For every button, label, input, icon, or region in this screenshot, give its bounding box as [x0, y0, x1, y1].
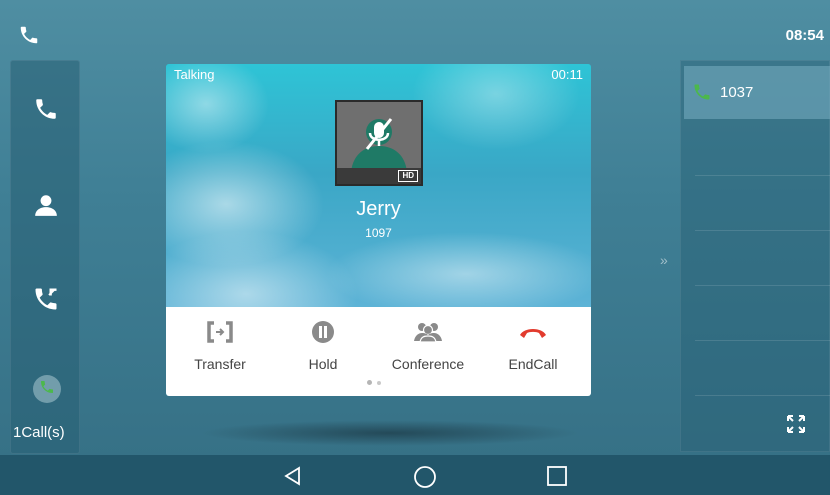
caller-name: Jerry [356, 198, 401, 220]
card-shadow [200, 420, 580, 446]
sidebar-item-history[interactable] [26, 281, 66, 321]
call-timer: 00:11 [551, 67, 583, 82]
home-button[interactable] [413, 465, 437, 489]
hold-icon [308, 319, 338, 345]
call-count-label: 1Call(s) [13, 424, 65, 441]
sidebar-item-contacts[interactable] [26, 187, 66, 227]
line-label: 1037 [720, 84, 754, 101]
status-time: 08:54 [785, 27, 824, 44]
divider [695, 230, 830, 231]
caller-number: 1097 [365, 226, 392, 240]
active-calls-button[interactable] [33, 375, 61, 403]
line-item-active[interactable]: 1037 [684, 66, 830, 119]
call-action-bar: Transfer Hold Conference EndCall [166, 307, 591, 396]
sidebar: 1Call(s) [10, 60, 80, 454]
recents-button[interactable] [546, 465, 570, 489]
divider [695, 340, 830, 341]
hold-button[interactable]: Hold [278, 315, 368, 375]
phone-icon [33, 96, 59, 127]
phone-icon [39, 379, 55, 400]
hd-badge: HD [398, 170, 418, 182]
muted-video-icon [351, 118, 407, 172]
page-dot [377, 381, 381, 385]
sidebar-item-dial[interactable] [26, 91, 66, 131]
conference-label: Conference [391, 356, 465, 372]
back-icon [284, 466, 300, 486]
divider [695, 285, 830, 286]
expand-icon [787, 415, 805, 433]
transfer-icon [205, 319, 235, 345]
expand-button[interactable] [785, 413, 809, 437]
home-icon [414, 466, 436, 488]
back-button[interactable] [282, 465, 306, 489]
status-bar: 08:54 [0, 10, 830, 56]
avatar: HD [335, 100, 423, 186]
conference-button[interactable]: Conference [383, 315, 473, 375]
call-history-icon [32, 285, 60, 318]
page-indicator [364, 380, 394, 388]
chevron-right-icon[interactable]: » [660, 252, 668, 268]
divider [695, 395, 830, 396]
transfer-button[interactable]: Transfer [175, 315, 265, 375]
transfer-label: Transfer [194, 356, 246, 372]
call-status: Talking [174, 67, 215, 82]
call-card: Talking 00:11 HD Jerry 1097 Transfer Hol… [166, 64, 591, 396]
line-panel: 1037 [680, 60, 830, 452]
page-dot-active [367, 380, 372, 385]
recents-icon [547, 466, 567, 486]
end-call-icon [518, 319, 548, 345]
phone-screen: 08:54 1Call(s) Talking 00:11 HD Jerry 10… [0, 0, 830, 495]
navigation-bar [0, 455, 830, 495]
phone-icon [18, 24, 40, 46]
hold-label: Hold [308, 356, 338, 372]
conference-icon [413, 319, 443, 345]
end-call-button[interactable]: EndCall [488, 315, 578, 375]
end-call-label: EndCall [508, 356, 558, 372]
contacts-icon [33, 192, 59, 223]
phone-icon [692, 82, 714, 104]
divider [695, 175, 830, 176]
